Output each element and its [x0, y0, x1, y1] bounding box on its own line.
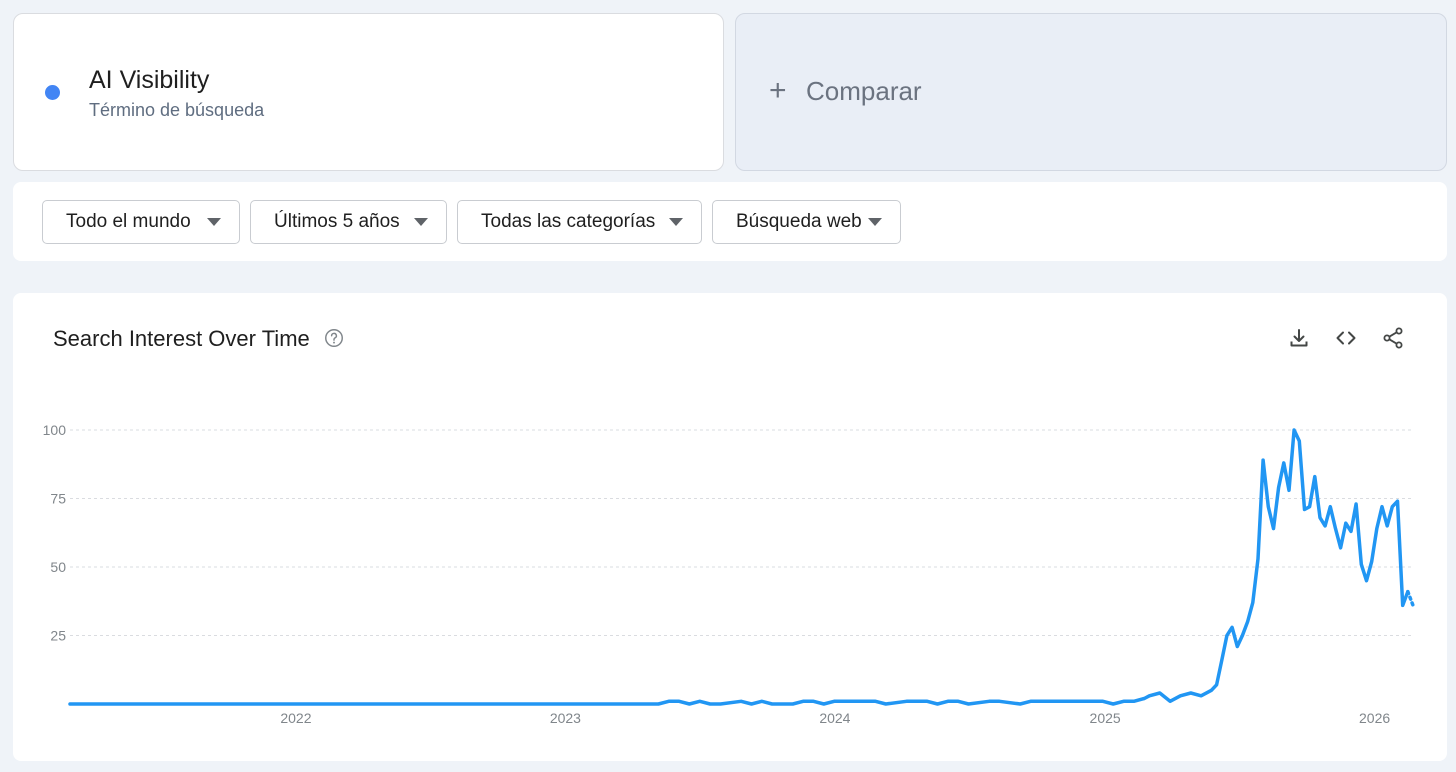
time-range-filter-dropdown[interactable]: Últimos 5 años	[250, 200, 447, 244]
x-tick-label: 2025	[1090, 710, 1121, 726]
time-range-filter-label: Últimos 5 años	[274, 211, 400, 232]
search-type-filter-dropdown[interactable]: Búsqueda web	[712, 200, 901, 244]
term-color-dot	[45, 85, 60, 100]
line-chart: 25 50 75 100 2022 2023 2024 2025 2026	[43, 422, 1415, 726]
x-tick-label: 2024	[819, 710, 850, 726]
category-filter-dropdown[interactable]: Todas las categorías	[457, 200, 702, 244]
category-filter-label: Todas las categorías	[481, 211, 656, 232]
plus-icon: +	[769, 74, 787, 107]
compare-button[interactable]: + Comparar	[735, 13, 1447, 171]
y-tick-label: 25	[50, 628, 66, 644]
x-tick-label: 2022	[280, 710, 311, 726]
compare-label: Comparar	[806, 76, 922, 106]
search-term-subtitle: Término de búsqueda	[89, 100, 265, 120]
x-tick-label: 2023	[550, 710, 581, 726]
caret-down-icon	[669, 218, 683, 226]
search-type-filter-label: Búsqueda web	[736, 211, 862, 232]
search-term-card[interactable]: AI Visibility Término de búsqueda	[13, 13, 724, 171]
partial-data-segment	[1406, 589, 1415, 608]
x-tick-label: 2026	[1359, 710, 1390, 726]
region-filter-label: Todo el mundo	[66, 211, 191, 232]
caret-down-icon	[414, 218, 428, 226]
filter-bar: Todo el mundo Últimos 5 años Todas las c…	[13, 182, 1447, 261]
y-tick-label: 75	[50, 491, 66, 507]
y-tick-label: 50	[50, 559, 66, 575]
y-tick-label: 100	[43, 422, 67, 438]
search-term-name: AI Visibility	[89, 66, 210, 94]
caret-down-icon	[207, 218, 221, 226]
chart-panel: Search Interest Over Time 25 50 75 100 2022 2…	[13, 293, 1447, 761]
caret-down-icon	[868, 218, 882, 226]
region-filter-dropdown[interactable]: Todo el mundo	[42, 200, 240, 244]
